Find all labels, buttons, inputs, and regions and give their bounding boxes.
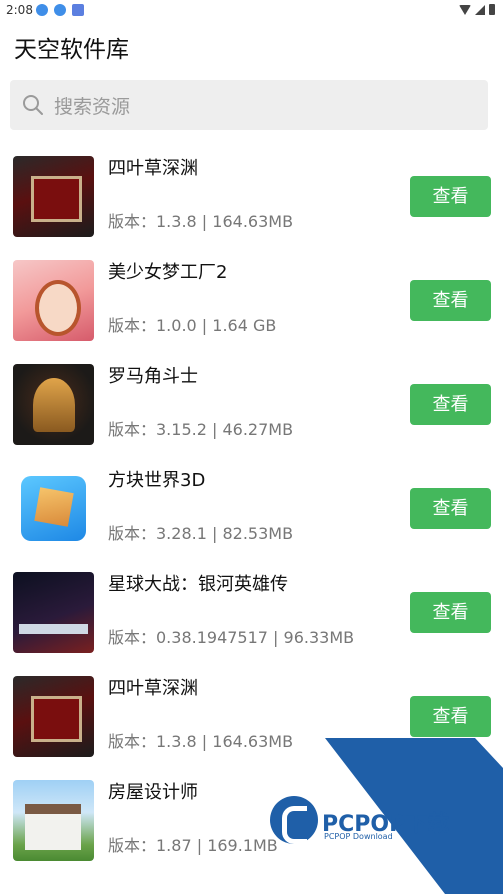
view-button[interactable]: 查看 [410,696,491,737]
app-thumbnail [13,780,94,861]
wifi-icon [459,4,471,15]
notification-icon [54,4,66,16]
view-button[interactable]: 查看 [410,176,491,217]
search-icon [23,95,43,115]
page-title: 天空软件库 [14,37,129,63]
search-input[interactable]: 搜索资源 [10,80,488,130]
app-meta: 版本：1.87 | 169.1MB [108,836,278,855]
app-meta: 版本：3.28.1 | 82.53MB [108,524,294,543]
app-thumbnail [13,156,94,237]
app-name: 四叶草深渊 [108,678,198,699]
view-button[interactable]: 查看 [410,592,491,633]
app-name: 房屋设计师 [108,782,198,803]
list-item[interactable]: 罗马角斗士 版本：3.15.2 | 46.27MB 查看 [0,356,503,460]
search-placeholder: 搜索资源 [54,96,131,118]
app-name: 美少女梦工厂2 [108,262,228,283]
signal-icon [475,4,485,15]
status-time: 2:08 [6,3,33,17]
app-meta: 版本：1.3.8 | 164.63MB [108,212,294,231]
app-meta: 版本：1.0.0 | 1.64 GB [108,316,277,335]
view-button[interactable]: 查看 [410,384,491,425]
list-item[interactable]: 美少女梦工厂2 版本：1.0.0 | 1.64 GB 查看 [0,252,503,356]
app-meta: 版本：3.15.2 | 46.27MB [108,420,294,439]
battery-icon [489,4,495,15]
app-name: 罗马角斗士 [108,366,198,387]
watermark-logo-icon [270,796,318,844]
app-thumbnail [13,364,94,445]
app-name: 星球大战：银河英雄传 [108,574,288,595]
app-meta: 版本：0.38.1947517 | 96.33MB [108,628,355,647]
notification-icon [72,4,84,16]
app-meta: 版本：1.3.8 | 164.63MB [108,732,294,751]
view-button[interactable]: 查看 [410,280,491,321]
app-thumbnail [13,676,94,757]
watermark-sub: PCPOP Download [324,832,393,841]
list-item[interactable]: 方块世界3D 版本：3.28.1 | 82.53MB 查看 [0,460,503,564]
list-item[interactable]: 星球大战：银河英雄传 版本：0.38.1947517 | 96.33MB 查看 [0,564,503,668]
app-thumbnail [13,468,94,549]
app-thumbnail [13,572,94,653]
app-name: 方块世界3D [108,470,206,491]
status-bar: 2:08 [0,0,503,22]
notification-icon [36,4,48,16]
app-name: 四叶草深渊 [108,158,198,179]
view-button[interactable]: 查看 [410,488,491,529]
list-item[interactable]: 四叶草深渊 版本：1.3.8 | 164.63MB 查看 [0,148,503,252]
app-thumbnail [13,260,94,341]
